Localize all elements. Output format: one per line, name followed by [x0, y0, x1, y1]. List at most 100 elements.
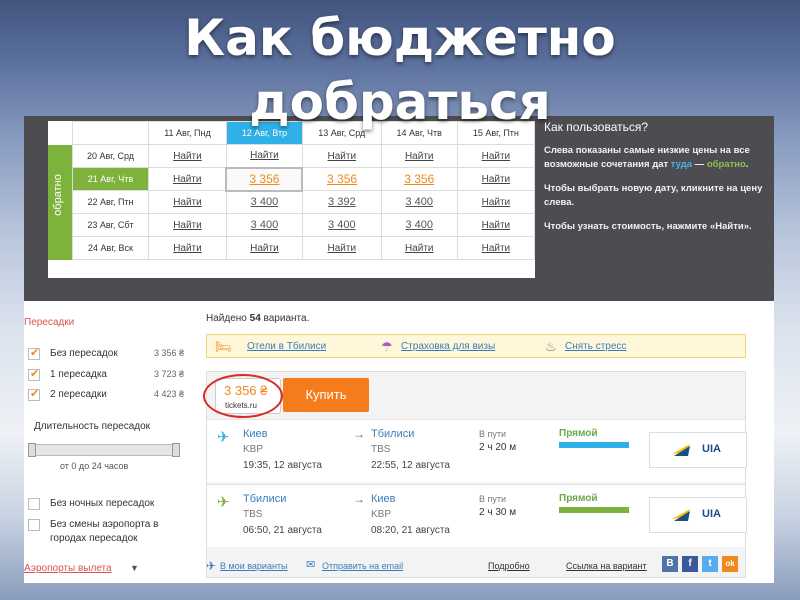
grid-cell[interactable]: Найти: [148, 144, 227, 168]
relax-link[interactable]: Снять стресс: [565, 341, 626, 352]
checkbox-icon[interactable]: [28, 367, 40, 381]
find-link[interactable]: Найти: [173, 220, 202, 231]
buy-button[interactable]: Купить: [283, 378, 369, 412]
grid-row-header[interactable]: 20 Авг, Срд: [72, 144, 149, 168]
find-link[interactable]: Найти: [482, 243, 511, 254]
plane-icon: ✈: [217, 429, 230, 446]
find-link[interactable]: Найти: [328, 151, 357, 162]
chevron-down-icon[interactable]: ▼: [130, 563, 139, 573]
checkbox-icon[interactable]: [28, 498, 40, 510]
duration-slider[interactable]: [28, 443, 180, 457]
facebook-icon[interactable]: f: [682, 556, 698, 572]
grid-cell[interactable]: Найти: [456, 190, 536, 214]
find-link[interactable]: Найти: [173, 243, 202, 254]
find-link[interactable]: Найти: [250, 150, 279, 161]
filter-two-stops[interactable]: 2 пересадки 4 423 ₴: [28, 387, 184, 403]
grid-cell[interactable]: Найти: [148, 167, 227, 191]
to-city: Тбилиси: [371, 428, 415, 440]
grid-cell[interactable]: Найти: [456, 167, 536, 191]
save-variant-link[interactable]: В мои варианты: [220, 561, 288, 571]
find-link[interactable]: Найти: [405, 151, 434, 162]
grid-cell[interactable]: Найти: [301, 236, 382, 260]
plane-icon: ✈: [217, 494, 230, 511]
grid-cell[interactable]: Найти: [456, 144, 536, 168]
in-way-label: В пути: [479, 494, 507, 504]
grid-cell[interactable]: Найти: [225, 144, 303, 168]
find-link[interactable]: Найти: [482, 220, 511, 231]
price-link[interactable]: 3 400: [405, 196, 433, 208]
filter-no-night[interactable]: Без ночных пересадок: [28, 497, 188, 511]
find-link[interactable]: Найти: [328, 243, 357, 254]
filter-label: 1 пересадка: [50, 369, 107, 380]
grid-cell[interactable]: Найти: [456, 236, 536, 260]
hotels-link[interactable]: Отели в Тбилиси: [247, 341, 326, 352]
send-email-link[interactable]: Отправить на email: [322, 561, 403, 571]
grid-row: 21 Авг, Чтв Найти 3 356 3 356 3 356 Найт…: [72, 166, 536, 192]
grid-cell[interactable]: 3 400: [380, 190, 458, 214]
price-link[interactable]: 3 400: [328, 219, 356, 231]
grid-cell[interactable]: Найти: [225, 236, 303, 260]
plane-icon: ✈: [206, 559, 217, 573]
find-link[interactable]: Найти: [173, 174, 202, 185]
to-code: TBS: [371, 444, 391, 455]
grid-cell[interactable]: 3 356: [301, 167, 382, 191]
duration-range: от 0 до 24 часов: [60, 461, 129, 471]
from-code: TBS: [243, 509, 263, 520]
grid-cell[interactable]: Найти: [380, 236, 458, 260]
find-link[interactable]: Найти: [405, 243, 434, 254]
checkbox-icon[interactable]: [28, 519, 40, 531]
grid-row-header[interactable]: 22 Авг, Птн: [72, 190, 149, 214]
airline-name: UIA: [702, 443, 721, 455]
grid-row-header[interactable]: 23 Авг, Сбт: [72, 213, 149, 237]
to-time: 08:20, 21 августа: [371, 525, 450, 536]
find-link[interactable]: Найти: [173, 197, 202, 208]
grid-row-header[interactable]: 24 Авг, Вск: [72, 236, 149, 260]
grid-cell[interactable]: Найти: [148, 236, 227, 260]
find-link[interactable]: Найти: [482, 174, 511, 185]
find-link[interactable]: Найти: [173, 151, 202, 162]
filter-nonstop[interactable]: Без пересадок 3 356 ₴: [28, 346, 184, 362]
slider-handle-min[interactable]: [28, 443, 36, 457]
price-link[interactable]: 3 356: [404, 172, 434, 186]
grid-cell[interactable]: Найти: [148, 190, 227, 214]
grid-cell[interactable]: Найти: [380, 144, 458, 168]
price-link[interactable]: 3 356: [249, 172, 279, 186]
find-link[interactable]: Найти: [482, 151, 511, 162]
grid-cell[interactable]: Найти: [301, 144, 382, 168]
vk-icon[interactable]: В: [662, 556, 678, 572]
return-side-tab: обратно: [48, 145, 72, 260]
filter-one-stop[interactable]: 1 пересадка 3 723 ₴: [28, 367, 184, 383]
variant-link[interactable]: Ссылка на вариант: [566, 561, 647, 571]
grid-cell[interactable]: Найти: [148, 213, 227, 237]
filter-no-airport-change[interactable]: Без смены аэропорта в городах пересадок: [28, 518, 188, 548]
grid-cell[interactable]: 3 392: [301, 190, 382, 214]
departure-airports-link[interactable]: Аэропорты вылета: [24, 563, 112, 574]
price-link[interactable]: 3 400: [405, 219, 433, 231]
grid-cell[interactable]: 3 400: [301, 213, 382, 237]
grid-row-header-active[interactable]: 21 Авг, Чтв: [72, 167, 149, 191]
grid-cell[interactable]: 3 400: [225, 190, 303, 214]
checkbox-icon[interactable]: [28, 346, 40, 360]
grid-cell[interactable]: Найти: [456, 213, 536, 237]
grid-row: 20 Авг, Срд Найти Найти Найти Найти Найт…: [72, 144, 536, 168]
filter-price: 3 723 ₴: [153, 369, 184, 379]
grid-cell[interactable]: 3 356: [380, 167, 458, 191]
duration-label: Длительность пересадок: [34, 421, 151, 432]
details-link[interactable]: Подробно: [488, 561, 530, 571]
find-link[interactable]: Найти: [250, 243, 279, 254]
checkbox-icon[interactable]: [28, 387, 40, 401]
insurance-link[interactable]: Страховка для визы: [401, 341, 495, 352]
to-city: Киев: [371, 493, 396, 505]
price-link[interactable]: 3 400: [251, 196, 279, 208]
grid-row: 23 Авг, Сбт Найти 3 400 3 400 3 400 Найт…: [72, 213, 536, 237]
slider-handle-max[interactable]: [172, 443, 180, 457]
odnoklassniki-icon[interactable]: ok: [722, 556, 738, 572]
price-link[interactable]: 3 356: [327, 172, 357, 186]
price-link[interactable]: 3 392: [328, 196, 356, 208]
price-link[interactable]: 3 400: [251, 219, 279, 231]
grid-cell-selected[interactable]: 3 356: [225, 166, 304, 192]
twitter-icon[interactable]: t: [702, 556, 718, 572]
grid-cell[interactable]: 3 400: [380, 213, 458, 237]
grid-cell[interactable]: 3 400: [225, 213, 303, 237]
find-link[interactable]: Найти: [482, 197, 511, 208]
